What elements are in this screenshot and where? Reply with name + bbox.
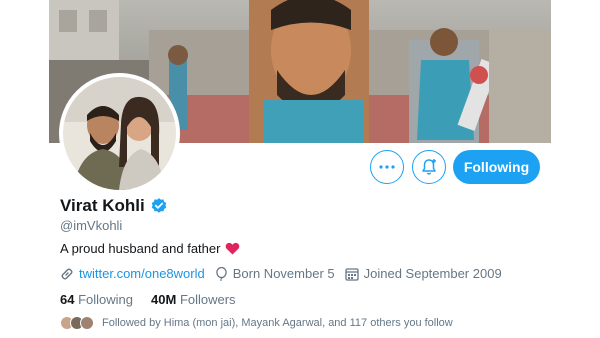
- followers-label: Followers: [179, 292, 236, 307]
- followed-by-text: Followed by Hima (mon jai), Mayank Agarw…: [102, 317, 453, 329]
- profile-stats: 64 Following 40M Followers: [60, 292, 254, 307]
- link-icon: [61, 268, 73, 279]
- more-button[interactable]: [370, 150, 404, 184]
- notifications-button[interactable]: [412, 150, 446, 184]
- joined-text: Joined September 2009: [363, 266, 502, 281]
- verified-badge-icon: [151, 198, 166, 213]
- bio-text: A proud husband and father: [60, 241, 221, 256]
- birthday-text: Born November 5: [232, 266, 335, 281]
- calendar-icon: [344, 267, 359, 281]
- following-stat[interactable]: 64 Following: [60, 292, 133, 307]
- profile-card: Following Virat Kohli @imVkohli A proud …: [49, 0, 551, 338]
- display-name: Virat Kohli: [60, 196, 145, 215]
- name-row: Virat Kohli: [60, 196, 168, 216]
- profile-bio: A proud husband and father: [60, 241, 240, 256]
- profile-handle: @imVkohli: [60, 218, 123, 233]
- avatar-photo: [63, 77, 176, 190]
- following-label: Following: [78, 292, 134, 307]
- following-count: 64: [60, 292, 75, 307]
- profile-meta: twitter.com/one8world Born November 5 Jo…: [60, 266, 512, 281]
- followed-by-row[interactable]: Followed by Hima (mon jai), Mayank Agarw…: [60, 316, 453, 330]
- website-item: twitter.com/one8world: [60, 266, 205, 281]
- following-button-label: Following: [463, 159, 530, 175]
- red-heart-icon: [226, 242, 240, 255]
- followers-stat[interactable]: 40M Followers: [151, 292, 236, 307]
- website-link[interactable]: twitter.com/one8world: [79, 266, 205, 281]
- followed-by-avatars: [60, 316, 94, 330]
- bell-plus-icon: [422, 159, 436, 175]
- balloon-icon: [215, 266, 227, 281]
- joined-item: Joined September 2009: [344, 266, 502, 281]
- following-button[interactable]: Following: [453, 150, 540, 184]
- more-icon: [379, 165, 395, 169]
- birthday-item: Born November 5: [215, 266, 335, 281]
- followers-count: 40M: [151, 292, 177, 307]
- profile-avatar[interactable]: [59, 73, 180, 194]
- mini-avatar: [80, 316, 94, 330]
